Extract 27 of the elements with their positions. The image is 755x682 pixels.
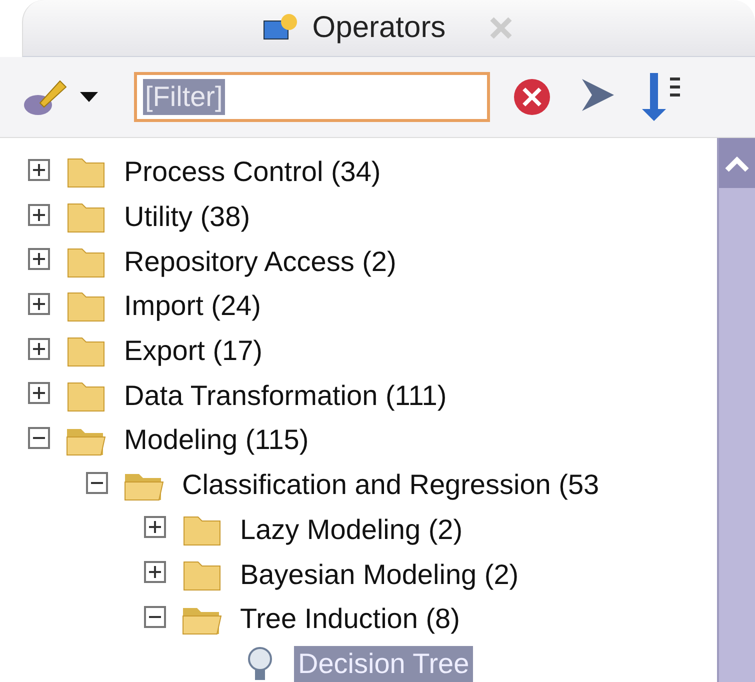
collapse-icon[interactable] xyxy=(144,606,166,628)
tree-item[interactable]: Process Control (34) xyxy=(120,154,385,190)
expand-icon[interactable] xyxy=(28,204,50,226)
tree-item[interactable]: Bayesian Modeling (2) xyxy=(236,556,523,593)
scrollbar[interactable] xyxy=(717,138,755,682)
tree-item[interactable]: Tree Induction (8) xyxy=(236,601,464,638)
tree-item[interactable]: Import (24) xyxy=(120,288,265,324)
collapse-icon[interactable] xyxy=(28,426,50,449)
tree-item[interactable]: Export (17) xyxy=(120,333,266,370)
expand-icon[interactable] xyxy=(28,292,50,315)
tree-item[interactable]: Utility (38) xyxy=(120,199,254,236)
expand-icon[interactable] xyxy=(144,561,166,584)
tree-item[interactable]: Classification and Regression (53 xyxy=(178,467,604,504)
tree-item[interactable]: Data Transformation (111) xyxy=(120,378,451,414)
tree-item[interactable]: Modeling (115) xyxy=(120,422,313,458)
expand-icon[interactable] xyxy=(28,382,50,404)
expand-icon[interactable] xyxy=(28,248,50,270)
collapse-icon[interactable] xyxy=(86,472,108,494)
sort-icon[interactable] xyxy=(640,71,680,123)
tree-item[interactable]: Repository Access (2) xyxy=(120,244,400,280)
expand-icon[interactable] xyxy=(144,516,166,538)
caret-icon[interactable] xyxy=(78,90,100,104)
scroll-up-icon[interactable] xyxy=(719,138,755,188)
expand-icon[interactable] xyxy=(28,158,50,181)
expand-icon[interactable] xyxy=(28,338,50,360)
panel-title: Operators xyxy=(312,11,446,45)
tree-item[interactable]: Lazy Modeling (2) xyxy=(236,512,467,548)
